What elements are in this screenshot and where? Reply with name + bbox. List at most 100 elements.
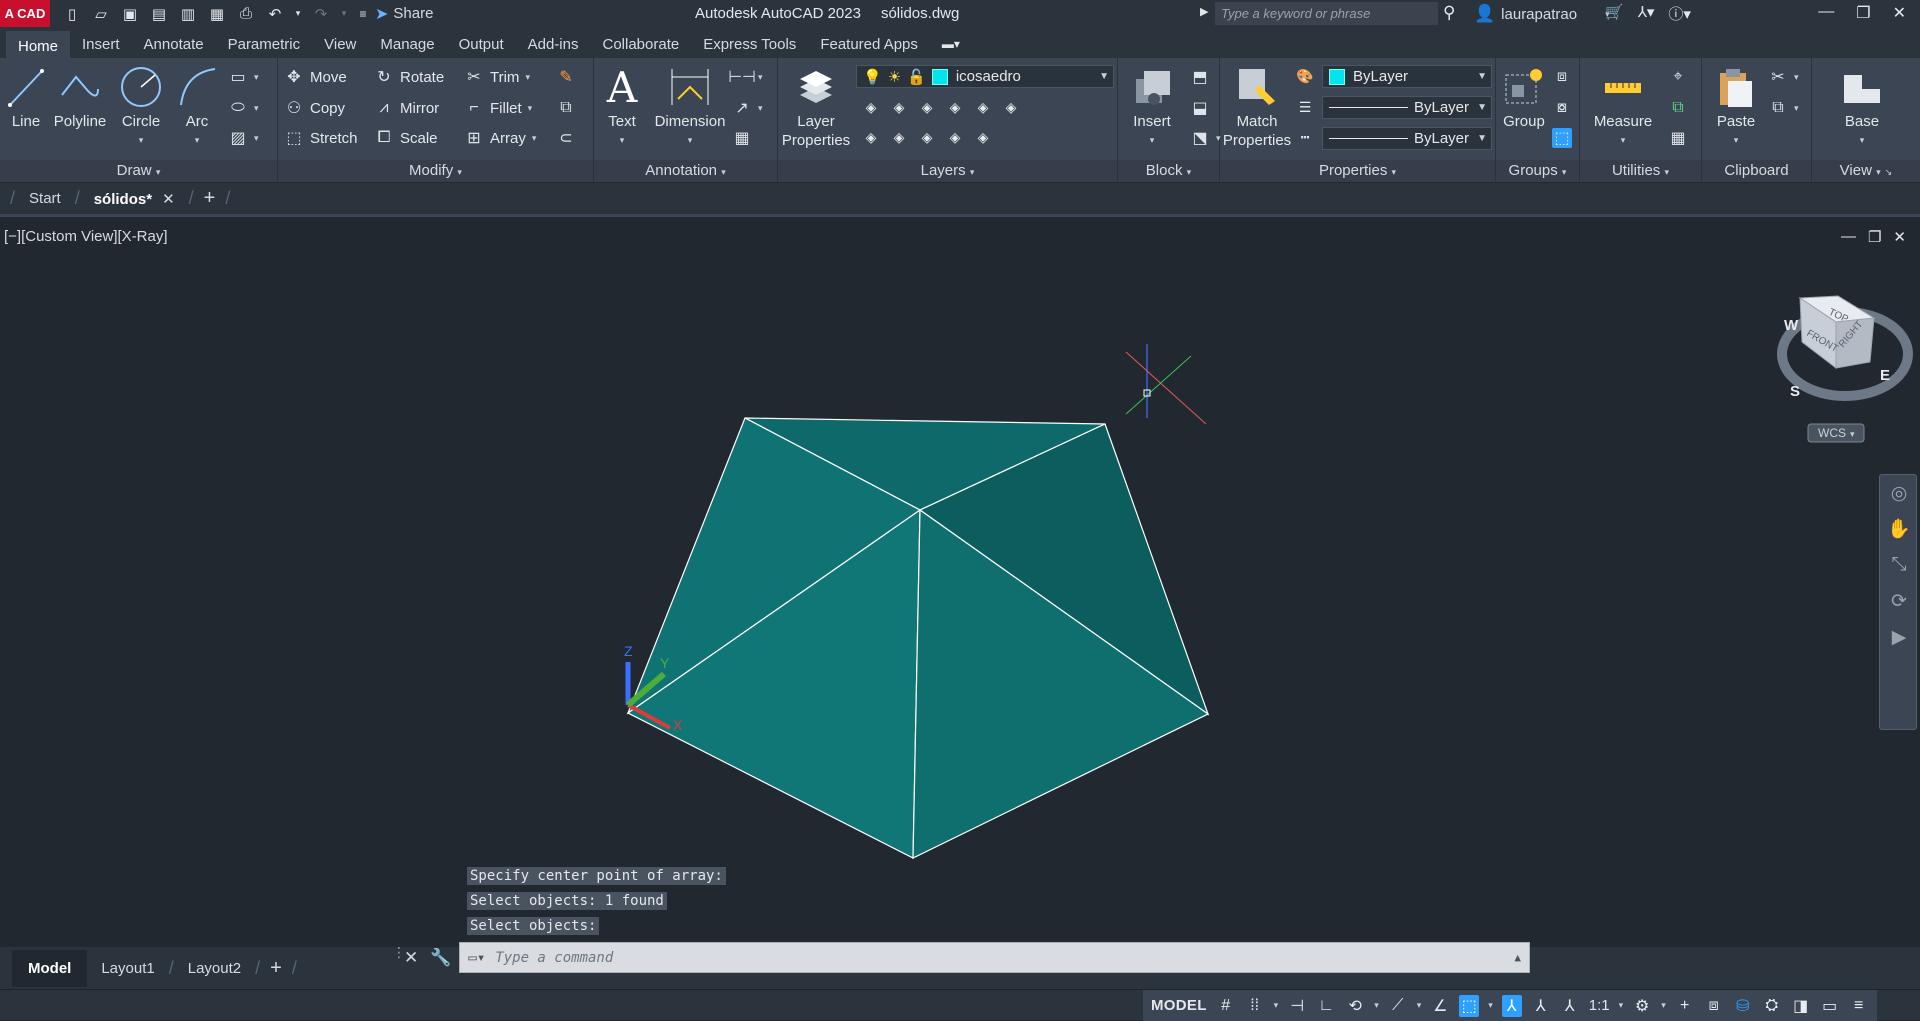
ortho-icon[interactable]: ∟ (1316, 995, 1336, 1017)
save-web-icon[interactable]: ▦ (207, 4, 227, 24)
workspace-gear-icon[interactable]: ⚙ (1632, 995, 1652, 1017)
redo-icon[interactable]: ↷ (311, 4, 331, 24)
pan-icon[interactable]: ✋ (1880, 511, 1918, 547)
drawing-viewport[interactable]: [−][Custom View][X-Ray] — ❐ ✕ Z Y X TOP … (0, 220, 1920, 947)
customization-menu-icon[interactable]: ≡ (1849, 995, 1869, 1017)
fillet-button[interactable]: ⌐ Fillet ▾ (464, 98, 532, 118)
viewcube-south-label[interactable]: S (1790, 383, 1800, 400)
layer-properties-button[interactable]: Layer Properties (782, 62, 850, 150)
polar-tracking-icon[interactable]: ⟲ (1345, 995, 1365, 1017)
minimize-icon[interactable]: — (1818, 3, 1834, 23)
tab-add-ins[interactable]: Add-ins (516, 31, 591, 58)
polyline-button[interactable]: Polyline (52, 62, 108, 131)
customize-qat-icon[interactable]: ≡ (357, 4, 369, 24)
tab-collaborate[interactable]: Collaborate (590, 31, 691, 58)
units-icon[interactable]: ⧈ (1704, 995, 1724, 1017)
quick-select-button[interactable]: ⧉ (1668, 98, 1688, 118)
table-button[interactable]: ▦ (732, 128, 752, 148)
copy-button[interactable]: ⚇ Copy (284, 98, 345, 118)
cut-button[interactable]: ✂ ▾ (1768, 67, 1798, 87)
clean-screen-icon[interactable]: ▭ (1820, 995, 1840, 1017)
tab-layout1[interactable]: Layout1 (87, 960, 168, 977)
mirror-button[interactable]: ⩘ Mirror (374, 98, 439, 118)
copy-clip-button[interactable]: ⧉ ▾ (1768, 98, 1798, 118)
snap-icon[interactable]: ⁞⁞ (1245, 995, 1265, 1017)
viewcube-east-label[interactable]: E (1880, 367, 1890, 384)
measure-button[interactable]: Measure ▾ (1590, 62, 1656, 150)
group-button[interactable]: Group (1500, 62, 1548, 131)
layer-freeze-icon[interactable]: ◈ (916, 98, 938, 116)
orbit-icon[interactable]: ⟳ (1880, 583, 1918, 619)
calculator-button[interactable]: ▦ (1668, 128, 1688, 148)
isolate-objects-icon[interactable]: ◨ (1791, 995, 1811, 1017)
block-panel-title[interactable]: Block ▾ (1118, 160, 1219, 182)
edit-block-button[interactable]: ⬓ (1190, 98, 1210, 118)
search-expand-icon[interactable]: ▶ (1200, 5, 1208, 18)
explode-button[interactable]: ⧉ (556, 98, 576, 118)
close-tab-icon[interactable]: ✕ (162, 191, 175, 208)
layer-previous-icon[interactable]: ◈ (888, 128, 910, 146)
scale-button[interactable]: ⧠ Scale (374, 128, 438, 148)
layer-make-current-icon[interactable]: ◈ (860, 128, 882, 146)
command-history-toggle-icon[interactable]: ▲ (1514, 951, 1521, 964)
ungroup-button[interactable]: ⧈ (1552, 67, 1572, 87)
save-as-icon[interactable]: ▤ (149, 4, 169, 24)
annotation-monitor-icon[interactable]: + (1675, 995, 1695, 1017)
command-customize-icon[interactable]: 🔧 (430, 948, 451, 968)
help-icon[interactable]: ⓘ▾ (1668, 3, 1691, 24)
linear-dim-button[interactable]: ⊢⊣ ▾ (728, 67, 762, 87)
group-edit-button[interactable]: ⧇ (1552, 98, 1572, 118)
print-icon[interactable]: ⎙ (236, 4, 256, 24)
linetype-dropdown[interactable]: ByLayer ▼ (1322, 127, 1492, 150)
line-button[interactable]: Line (8, 62, 44, 131)
annotation-visibility-icon[interactable]: ⅄ (1501, 994, 1522, 1017)
block-attributes-button[interactable]: ⬔ ▾ (1190, 128, 1220, 148)
properties-panel-title[interactable]: Properties ▾ (1220, 160, 1495, 182)
object-snap-tracking-icon[interactable]: ∠ (1430, 995, 1450, 1017)
layers-panel-title[interactable]: Layers ▾ (778, 160, 1117, 182)
match-properties-button[interactable]: Match Properties (1223, 62, 1291, 150)
lineweight-dropdown[interactable]: ByLayer ▼ (1322, 96, 1492, 119)
tab-output[interactable]: Output (447, 31, 516, 58)
auto-scale-icon[interactable]: ⅄ (1531, 995, 1551, 1017)
tab-layout2[interactable]: Layout2 (174, 960, 255, 977)
tab-manage[interactable]: Manage (368, 31, 446, 58)
new-tab-icon[interactable]: + (204, 187, 216, 210)
tab-annotate[interactable]: Annotate (132, 31, 216, 58)
rotate-button[interactable]: ↻ Rotate (374, 67, 444, 87)
save-icon[interactable]: ▣ (120, 4, 140, 24)
search-input[interactable]: Type a keyword or phrase (1215, 2, 1438, 25)
undo-dropdown-icon[interactable]: ▾ (294, 4, 302, 24)
user-menu[interactable]: 👤 laurapatrao ▾ (1474, 4, 1610, 24)
base-view-button[interactable]: Base ▾ (1834, 62, 1890, 150)
circle-button[interactable]: Circle ▾ (118, 62, 164, 150)
arc-button[interactable]: Arc ▾ (176, 62, 218, 150)
draw-panel-title[interactable]: Draw ▾ (0, 160, 277, 182)
zoom-icon[interactable]: ⤡ (1880, 547, 1918, 583)
annotation-scale-icon[interactable]: ⅄ (1560, 995, 1580, 1017)
viewcube[interactable]: TOP FRONT RIGHT W S E (1777, 295, 1913, 401)
doc-tab-start[interactable]: Start (15, 190, 75, 207)
app-menu-button[interactable]: A CAD (0, 0, 50, 27)
redo-dropdown-icon[interactable]: ▾ (340, 4, 348, 24)
trim-button[interactable]: ✂ Trim ▾ (464, 67, 530, 87)
quick-properties-icon[interactable]: ⛁ (1733, 995, 1753, 1017)
command-input[interactable]: ▭▾ Type a command ▲ (459, 942, 1530, 973)
undo-icon[interactable]: ↶ (265, 4, 285, 24)
steering-wheel-icon[interactable]: ◎ (1880, 475, 1918, 511)
open-web-icon[interactable]: ▥ (178, 4, 198, 24)
tab-express-tools[interactable]: Express Tools (691, 31, 808, 58)
tab-featured-apps[interactable]: Featured Apps (808, 31, 930, 58)
new-file-icon[interactable]: ▯ (62, 4, 82, 24)
exchange-icon[interactable]: ⅄▾ (1638, 3, 1655, 24)
id-point-button[interactable]: ⌖ (1668, 67, 1688, 87)
layer-walk-icon[interactable]: ◈ (944, 98, 966, 116)
offset-button[interactable]: ⊂ (556, 128, 576, 148)
stretch-button[interactable]: ⬚ Stretch (284, 128, 357, 148)
new-layout-icon[interactable]: + (270, 957, 282, 980)
erase-button[interactable]: ✎ (556, 67, 576, 87)
icosahedron-solid[interactable] (626, 417, 1210, 859)
paste-button[interactable]: Paste ▾ (1712, 62, 1760, 150)
arc-dropdown-icon[interactable]: ▾ (195, 131, 200, 150)
layer-thaw-all-icon[interactable]: ◈ (916, 128, 938, 146)
